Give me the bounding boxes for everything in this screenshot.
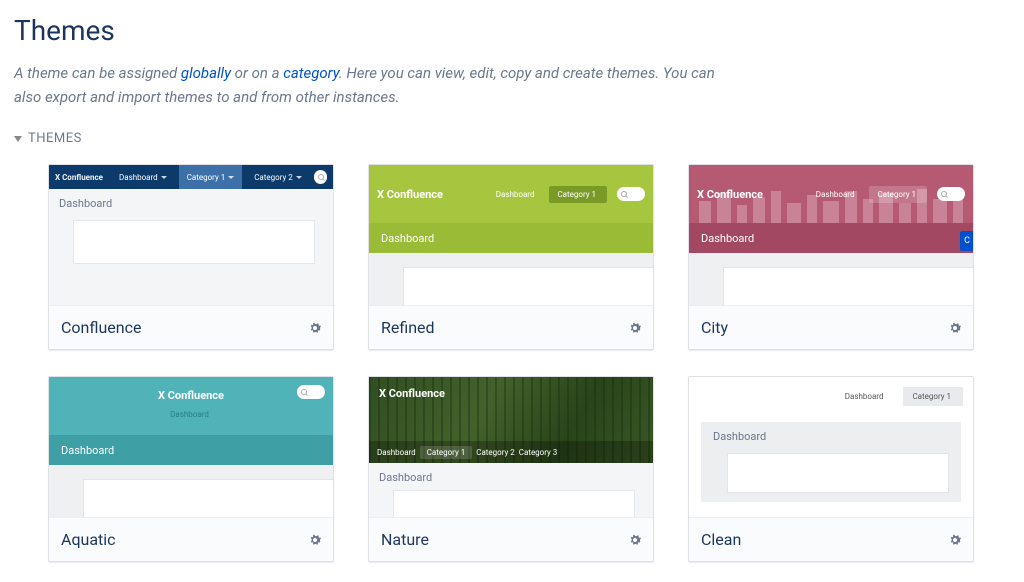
dashboard-label: Dashboard xyxy=(369,463,653,490)
nav-tab-active: Category 1 xyxy=(420,446,473,459)
nav-tab: Category 3 xyxy=(519,448,558,457)
search-icon xyxy=(617,187,645,201)
gear-icon[interactable] xyxy=(307,532,323,548)
search-icon xyxy=(314,170,327,184)
edge-button: C xyxy=(960,231,973,251)
theme-preview: X Confluence Dashboard Category 1 Dashbo… xyxy=(689,165,973,305)
dashboard-bar: Dashboard xyxy=(49,435,333,465)
link-category[interactable]: category xyxy=(283,64,339,82)
brand-label: X Confluence xyxy=(158,389,224,402)
nav-tab: Category 2 xyxy=(246,165,310,189)
theme-name: Clean xyxy=(701,530,741,549)
content-panel xyxy=(403,267,653,305)
intro-mid: or on a xyxy=(231,64,283,82)
link-globally[interactable]: globally xyxy=(181,64,231,82)
nav-tab-active: Category 1 xyxy=(869,186,927,203)
theme-card-city[interactable]: X Confluence Dashboard Category 1 Dashbo… xyxy=(688,164,974,350)
section-label: THEMES xyxy=(28,131,82,146)
content-panel xyxy=(83,479,333,517)
brand-label: X Confluence xyxy=(697,188,763,201)
content-panel xyxy=(727,453,949,493)
nav-tab: Dashboard xyxy=(111,165,175,189)
theme-preview: X Confluence Dashboard Category 1 Catego… xyxy=(49,165,333,305)
theme-name: Aquatic xyxy=(61,530,116,549)
theme-preview: X Confluence Dashboard Category 1 Catego… xyxy=(369,377,653,517)
search-icon xyxy=(297,385,325,399)
theme-card-aquatic[interactable]: X Confluence Dashboard Dashboard Aquatic xyxy=(48,376,334,562)
nav-tab: Dashboard xyxy=(377,448,416,457)
theme-preview: Dashboard Category 1 Dashboard xyxy=(689,377,973,517)
search-icon xyxy=(937,187,965,201)
theme-name: Confluence xyxy=(61,318,141,337)
dashboard-label: Dashboard xyxy=(713,430,949,443)
theme-name: City xyxy=(701,318,728,337)
theme-preview: X Confluence Dashboard Category 1 Dashbo… xyxy=(369,165,653,305)
gear-icon[interactable] xyxy=(947,320,963,336)
nav-tab: Dashboard xyxy=(488,186,546,203)
brand-label: X Confluence xyxy=(379,387,445,400)
nav-tab: Dashboard xyxy=(836,387,896,406)
brand-label: X Confluence xyxy=(55,173,103,182)
dashboard-label: Dashboard xyxy=(49,189,333,216)
theme-preview: X Confluence Dashboard Dashboard xyxy=(49,377,333,517)
theme-card-clean[interactable]: Dashboard Category 1 Dashboard Clean xyxy=(688,376,974,562)
themes-grid: X Confluence Dashboard Category 1 Catego… xyxy=(14,164,1012,562)
theme-card-refined[interactable]: X Confluence Dashboard Category 1 Dashbo… xyxy=(368,164,654,350)
dashboard-bar: Dashboard xyxy=(369,223,653,253)
gear-icon[interactable] xyxy=(627,320,643,336)
page-title: Themes xyxy=(14,14,1012,47)
gear-icon[interactable] xyxy=(627,532,643,548)
nav-tab-active: Category 1 xyxy=(549,186,607,203)
gear-icon[interactable] xyxy=(307,320,323,336)
theme-card-nature[interactable]: X Confluence Dashboard Category 1 Catego… xyxy=(368,376,654,562)
theme-name: Refined xyxy=(381,318,435,337)
brand-label: X Confluence xyxy=(377,188,443,201)
nav-tab-active: Category 1 xyxy=(179,165,243,189)
theme-card-confluence[interactable]: X Confluence Dashboard Category 1 Catego… xyxy=(48,164,334,350)
nav-tab: Category 2 xyxy=(476,448,515,457)
nav-tab-active: Category 1 xyxy=(903,387,963,406)
nav-tab: Dashboard xyxy=(808,186,866,203)
content-panel xyxy=(73,220,315,264)
content-panel xyxy=(723,267,973,305)
content-panel xyxy=(393,490,635,517)
intro-pre: A theme can be assigned xyxy=(14,64,181,82)
theme-name: Nature xyxy=(381,530,429,549)
intro-text: A theme can be assigned globally or on a… xyxy=(14,61,734,109)
gear-icon[interactable] xyxy=(947,532,963,548)
nav-tab: Dashboard xyxy=(162,406,220,423)
section-toggle-themes[interactable]: THEMES xyxy=(14,131,1012,146)
dashboard-bar: Dashboard xyxy=(689,223,973,253)
chevron-down-icon xyxy=(14,136,22,142)
